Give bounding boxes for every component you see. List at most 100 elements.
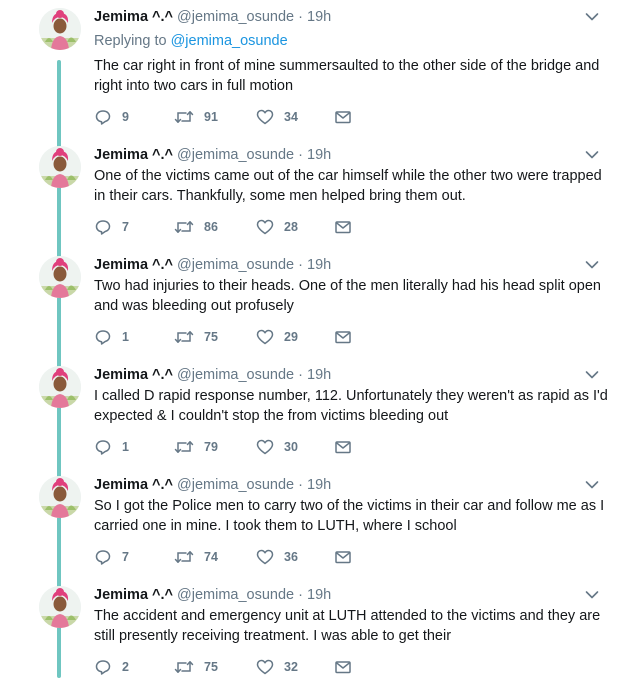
separator-dot: ·	[298, 147, 303, 163]
retweet-count: 74	[204, 550, 218, 564]
envelope-icon	[335, 661, 351, 674]
like-button[interactable]: 29	[256, 327, 298, 347]
retweet-button[interactable]: 91	[174, 107, 218, 127]
reply-button[interactable]: 2	[94, 657, 129, 677]
chevron-down-icon[interactable]	[585, 260, 599, 270]
like-button[interactable]: 34	[256, 107, 298, 127]
display-name[interactable]: Jemima ^.^	[94, 477, 173, 493]
heart-icon	[256, 549, 274, 565]
like-button[interactable]: 30	[256, 437, 298, 457]
tweet-text: One of the victims came out of the car h…	[94, 168, 602, 204]
timestamp[interactable]: 19h	[307, 147, 331, 163]
direct-message-button[interactable]	[334, 547, 352, 567]
user-handle[interactable]: @jemima_osunde	[177, 9, 294, 25]
replying-to: Replying to @jemima_osunde	[94, 33, 288, 49]
separator-dot: ·	[298, 477, 303, 493]
tweet-header: Jemima ^.^ @jemima_osunde · 19h	[94, 586, 331, 604]
retweet-icon	[174, 221, 194, 233]
display-name[interactable]: Jemima ^.^	[94, 9, 173, 25]
avatar[interactable]	[39, 8, 81, 50]
avatar[interactable]	[39, 256, 81, 298]
tweet-text: I called D rapid response number, 112. U…	[94, 388, 608, 424]
retweet-icon	[174, 661, 194, 673]
direct-message-button[interactable]	[334, 437, 352, 457]
retweet-count: 86	[204, 220, 218, 234]
direct-message-button[interactable]	[334, 217, 352, 237]
retweet-button[interactable]: 79	[174, 437, 218, 457]
reply-count: 9	[122, 110, 129, 124]
reply-button[interactable]: 9	[94, 107, 129, 127]
tweet[interactable]: Jemima ^.^ @jemima_osunde · 19h I called…	[0, 358, 639, 468]
tweet-text: The accident and emergency unit at LUTH …	[94, 608, 601, 644]
heart-icon	[256, 329, 274, 345]
like-count: 30	[284, 440, 298, 454]
replying-to-handle[interactable]: @jemima_osunde	[171, 33, 288, 49]
tweet[interactable]: Jemima ^.^ @jemima_osunde · 19h The acci…	[0, 578, 639, 688]
timestamp[interactable]: 19h	[307, 9, 331, 25]
reply-count: 1	[122, 330, 129, 344]
reply-button[interactable]: 7	[94, 547, 129, 567]
like-button[interactable]: 28	[256, 217, 298, 237]
retweet-button[interactable]: 75	[174, 657, 218, 677]
like-count: 34	[284, 110, 298, 124]
chevron-down-icon[interactable]	[585, 370, 599, 380]
separator-dot: ·	[298, 257, 303, 273]
user-handle[interactable]: @jemima_osunde	[177, 587, 294, 603]
like-button[interactable]: 36	[256, 547, 298, 567]
retweet-button[interactable]: 74	[174, 547, 218, 567]
reply-icon	[95, 110, 111, 125]
user-handle[interactable]: @jemima_osunde	[177, 257, 294, 273]
retweet-icon	[174, 111, 194, 123]
chevron-down-icon[interactable]	[585, 590, 599, 600]
tweet-header: Jemima ^.^ @jemima_osunde · 19h	[94, 8, 331, 26]
avatar[interactable]	[39, 586, 81, 628]
timestamp[interactable]: 19h	[307, 477, 331, 493]
display-name[interactable]: Jemima ^.^	[94, 367, 173, 383]
tweet-text: So I got the Police men to carry two of …	[94, 498, 605, 534]
reply-button[interactable]: 1	[94, 327, 129, 347]
reply-count: 2	[122, 660, 129, 674]
retweet-button[interactable]: 86	[174, 217, 218, 237]
tweet[interactable]: Jemima ^.^ @jemima_osunde · 19h Two had …	[0, 248, 639, 358]
tweet[interactable]: Jemima ^.^ @jemima_osunde · 19h So I got…	[0, 468, 639, 578]
direct-message-button[interactable]	[334, 327, 352, 347]
display-name[interactable]: Jemima ^.^	[94, 587, 173, 603]
avatar[interactable]	[39, 366, 81, 408]
like-count: 36	[284, 550, 298, 564]
chevron-down-icon[interactable]	[585, 12, 599, 22]
tweet[interactable]: Jemima ^.^ @jemima_osunde · 19h The car …	[0, 0, 639, 130]
avatar[interactable]	[39, 476, 81, 518]
retweet-icon	[174, 441, 194, 453]
user-handle[interactable]: @jemima_osunde	[177, 367, 294, 383]
envelope-icon	[335, 331, 351, 344]
chevron-down-icon[interactable]	[585, 480, 599, 490]
user-handle[interactable]: @jemima_osunde	[177, 147, 294, 163]
direct-message-button[interactable]	[334, 657, 352, 677]
direct-message-button[interactable]	[334, 107, 352, 127]
retweet-icon	[174, 331, 194, 343]
chevron-down-icon[interactable]	[585, 150, 599, 160]
display-name[interactable]: Jemima ^.^	[94, 147, 173, 163]
timestamp[interactable]: 19h	[307, 367, 331, 383]
timestamp[interactable]: 19h	[307, 587, 331, 603]
user-handle[interactable]: @jemima_osunde	[177, 477, 294, 493]
tweet-header: Jemima ^.^ @jemima_osunde · 19h	[94, 476, 331, 494]
retweet-count: 75	[204, 330, 218, 344]
avatar[interactable]	[39, 146, 81, 188]
reply-button[interactable]: 1	[94, 437, 129, 457]
envelope-icon	[335, 111, 351, 124]
reply-button[interactable]: 7	[94, 217, 129, 237]
display-name[interactable]: Jemima ^.^	[94, 257, 173, 273]
tweet[interactable]: Jemima ^.^ @jemima_osunde · 19h One of t…	[0, 138, 639, 248]
envelope-icon	[335, 221, 351, 234]
separator-dot: ·	[298, 9, 303, 25]
like-count: 32	[284, 660, 298, 674]
like-button[interactable]: 32	[256, 657, 298, 677]
tweet-text: Two had injuries to their heads. One of …	[94, 278, 601, 314]
timestamp[interactable]: 19h	[307, 257, 331, 273]
tweet-text: The car right in front of mine summersau…	[94, 58, 600, 94]
retweet-button[interactable]: 75	[174, 327, 218, 347]
like-count: 29	[284, 330, 298, 344]
heart-icon	[256, 219, 274, 235]
reply-count: 7	[122, 550, 129, 564]
